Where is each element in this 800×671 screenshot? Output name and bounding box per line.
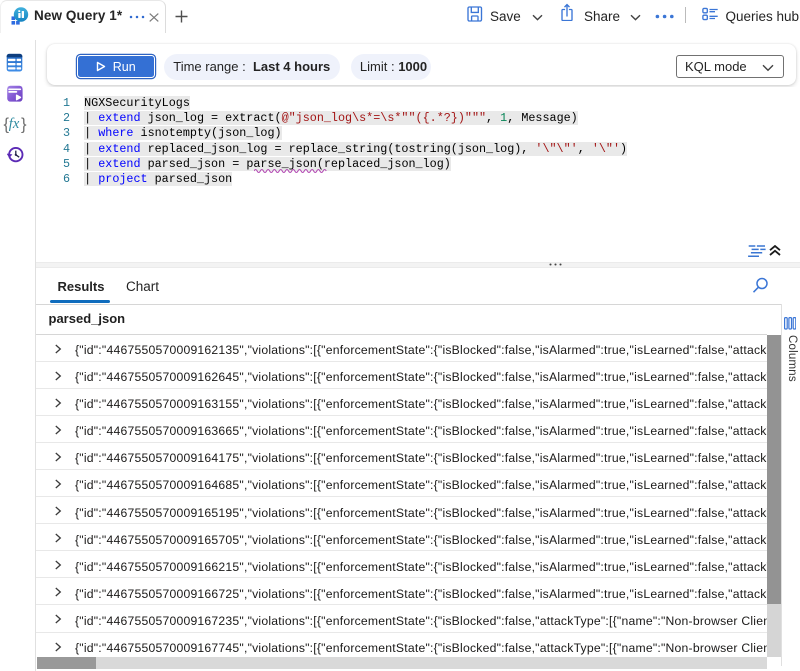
svg-text:fx: fx [9,116,20,132]
svg-text:}: } [21,116,27,134]
